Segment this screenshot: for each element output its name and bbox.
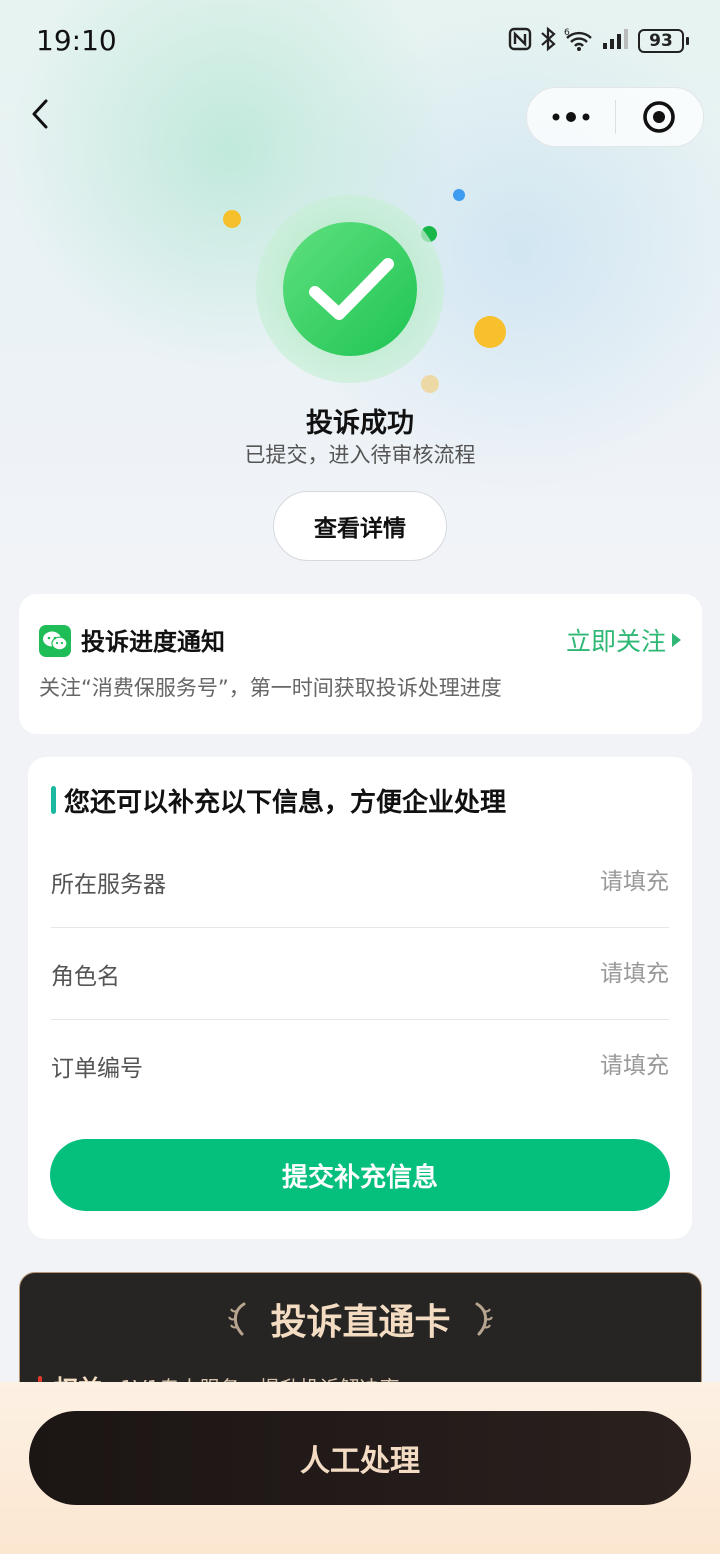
close-button[interactable] — [616, 88, 704, 146]
more-button[interactable] — [527, 88, 615, 146]
check-circle-icon — [256, 195, 444, 383]
field-row-server: 所在服务器 — [51, 837, 669, 928]
field-row-order: 订单编号 — [51, 1020, 669, 1111]
section-accent-bar — [51, 786, 56, 814]
success-hero — [0, 180, 720, 410]
status-icons: 6 93 — [508, 26, 689, 56]
notify-description: 关注“消费保服务号”，第一时间获取投诉处理进度 — [39, 676, 502, 700]
premium-title: 投诉直通卡 — [270, 1302, 451, 1343]
mini-program-capsule — [526, 87, 704, 147]
decor-dot — [474, 316, 506, 348]
wechat-icon — [39, 625, 71, 657]
role-name-input[interactable] — [469, 961, 669, 987]
manual-handling-button[interactable]: 人工处理 — [29, 1411, 691, 1505]
success-title: 投诉成功 — [306, 408, 414, 439]
follow-now-link[interactable]: 立即关注 — [566, 622, 682, 658]
laurel-right-icon — [475, 1302, 493, 1336]
server-input[interactable] — [469, 869, 669, 895]
supplement-title: 您还可以补充以下信息，方便企业处理 — [64, 788, 507, 818]
premium-title-row: 投诉直通卡 — [20, 1293, 701, 1345]
supplement-info-card: 您还可以补充以下信息，方便企业处理 所在服务器 角色名 订单编号 提交补充信息 — [28, 757, 692, 1239]
view-details-button[interactable]: 查看详情 — [273, 491, 447, 561]
chevron-left-icon — [32, 99, 48, 129]
battery-icon: 93 — [638, 29, 689, 53]
notify-title: 投诉进度通知 — [81, 628, 225, 656]
submit-supplement-button[interactable]: 提交补充信息 — [50, 1139, 670, 1211]
more-dots-icon — [552, 112, 590, 122]
target-circle-icon — [643, 101, 676, 133]
order-number-input[interactable] — [469, 1052, 669, 1079]
field-label-role: 角色名 — [51, 964, 120, 990]
field-label-server: 所在服务器 — [51, 872, 166, 898]
status-bar: 19:10 6 93 — [0, 0, 720, 84]
nfc-icon — [508, 27, 532, 55]
wifi-icon: 6 — [564, 26, 594, 56]
field-label-order: 订单编号 — [51, 1055, 143, 1082]
status-time: 19:10 — [36, 24, 117, 57]
bluetooth-icon — [540, 26, 556, 56]
success-subtitle: 已提交，进入待审核流程 — [244, 443, 476, 467]
decor-dot — [223, 210, 241, 228]
battery-level: 93 — [649, 31, 673, 51]
back-button[interactable] — [18, 92, 62, 136]
laurel-left-icon — [228, 1302, 246, 1336]
signal-icon — [602, 27, 630, 55]
progress-notify-card: 投诉进度通知 立即关注 关注“消费保服务号”，第一时间获取投诉处理进度 — [19, 594, 702, 734]
follow-now-label: 立即关注 — [565, 627, 666, 656]
decor-dot — [453, 189, 465, 201]
triangle-right-icon — [672, 633, 681, 647]
field-row-role: 角色名 — [51, 929, 669, 1020]
